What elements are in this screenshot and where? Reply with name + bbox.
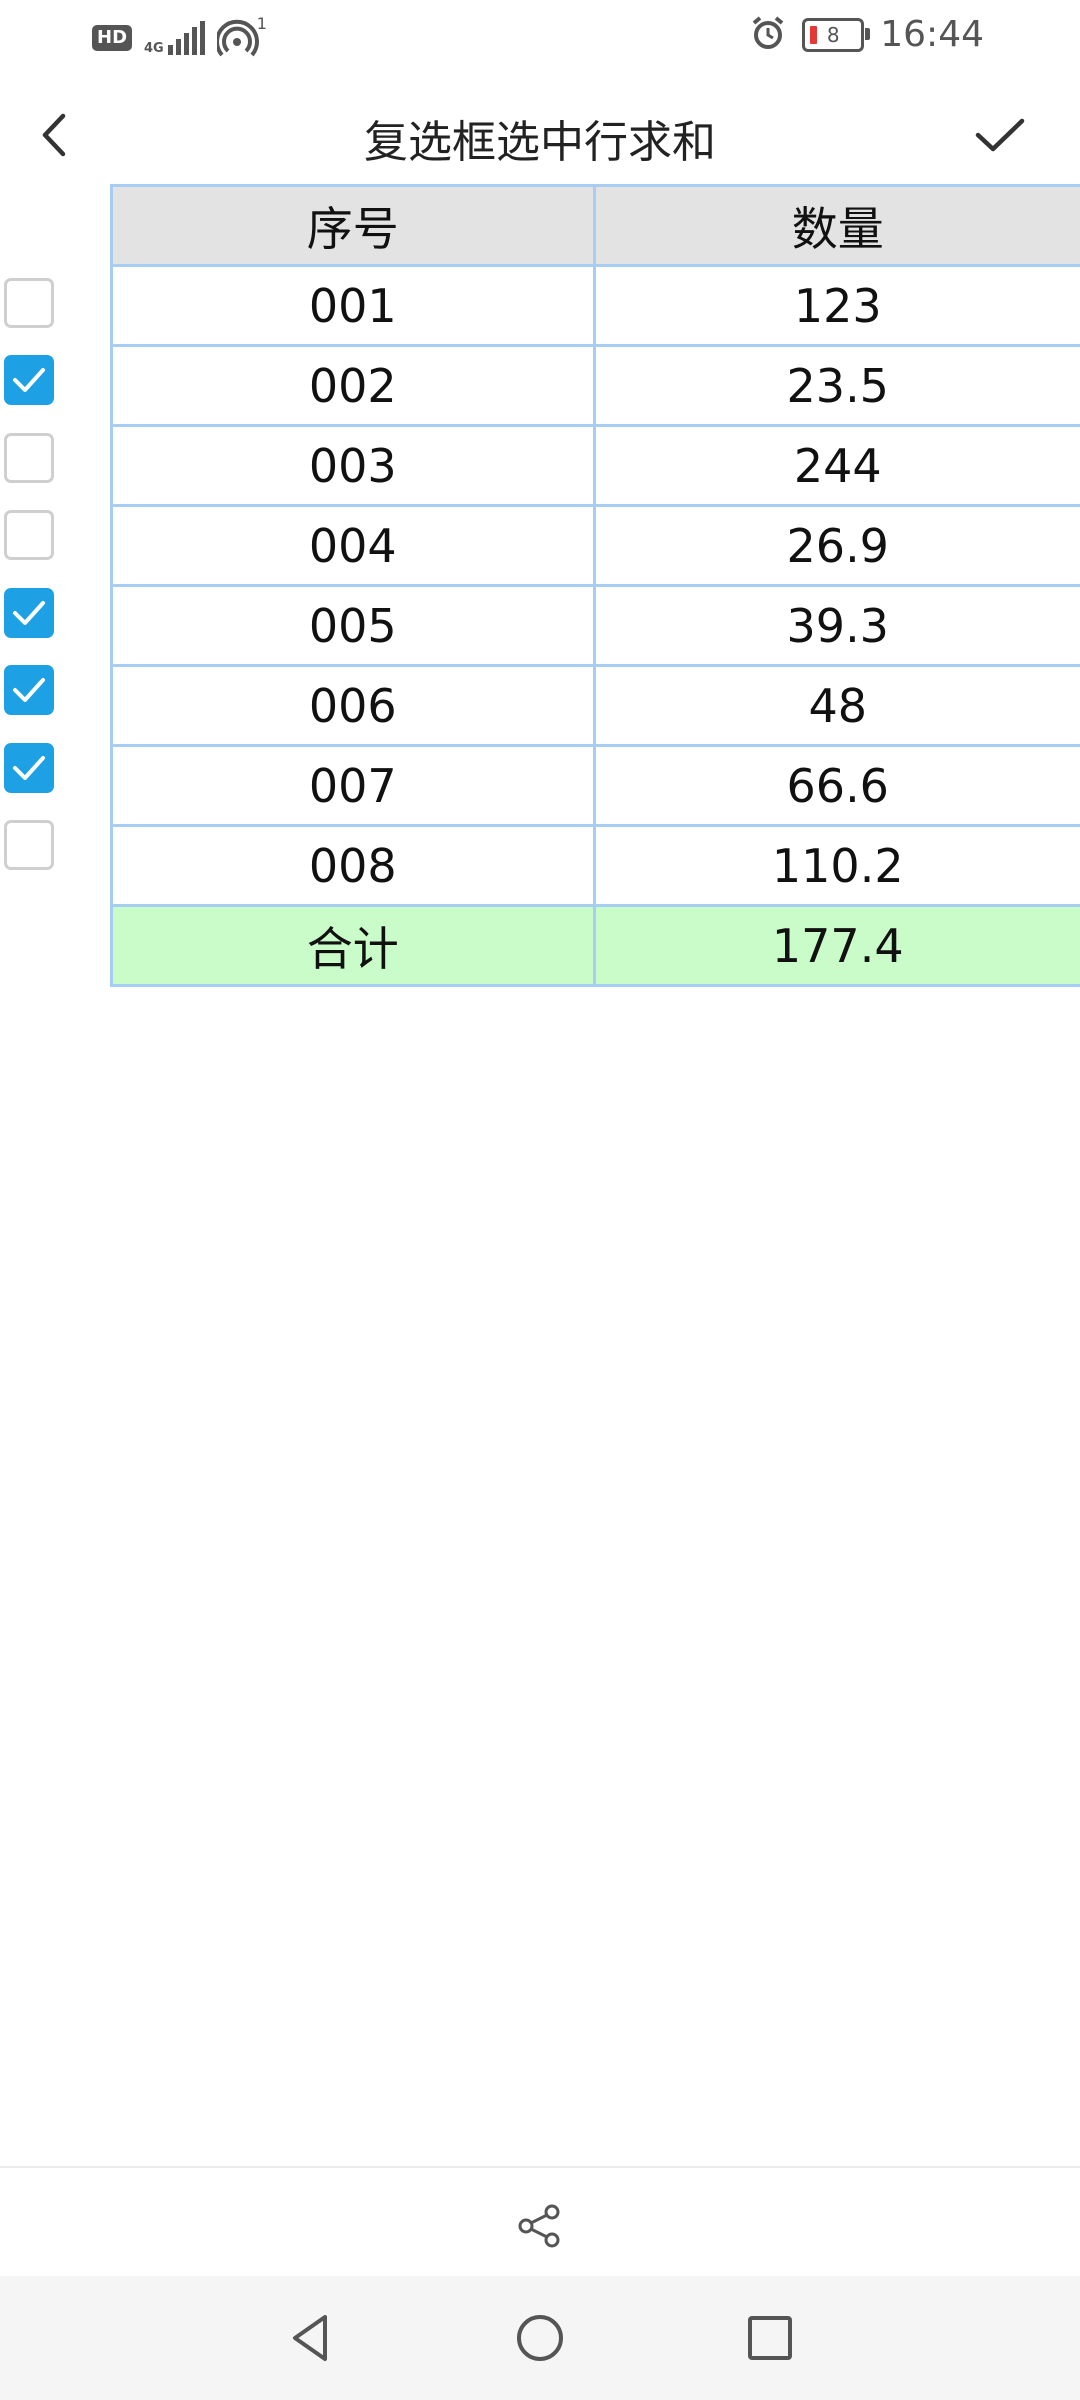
nav-back-button[interactable]	[270, 2298, 350, 2378]
total-row: 合计 177.4	[110, 907, 1080, 987]
row-checkbox[interactable]	[4, 432, 54, 483]
row-checkbox[interactable]	[4, 820, 54, 871]
clock: 16:44	[880, 14, 984, 55]
row-id-cell: 003	[110, 427, 593, 504]
hotspot-icon: 1	[214, 14, 267, 58]
row-qty-cell: 26.9	[592, 507, 1080, 584]
table-row: 005 39.3	[110, 587, 1080, 667]
column-header-qty: 数量	[592, 187, 1080, 264]
row-id-cell: 004	[110, 507, 593, 584]
title-bar: 复选框选中行求和	[0, 80, 1080, 190]
table-row: 007 66.6	[110, 747, 1080, 827]
home-circle-icon	[517, 2315, 563, 2361]
battery-level: 8	[826, 22, 840, 47]
row-checkbox[interactable]	[4, 355, 54, 406]
system-nav-bar	[0, 2276, 1080, 2400]
row-id-cell: 006	[110, 667, 593, 744]
checkmark-icon	[13, 755, 45, 780]
hotspot-count: 1	[256, 14, 267, 33]
alarm-icon	[750, 15, 786, 55]
signal-icon	[167, 21, 205, 55]
table-row: 006 48	[110, 667, 1080, 747]
table-row: 001 123	[110, 267, 1080, 347]
share-button[interactable]	[505, 2196, 575, 2256]
checkbox-row-7	[0, 729, 80, 807]
row-qty-cell: 123	[592, 267, 1080, 344]
data-table: 序号 数量 001 123 002 23.5 003 244 004 26.9 …	[110, 184, 1080, 987]
checkmark-icon	[13, 368, 45, 393]
row-checkbox[interactable]	[4, 587, 54, 638]
row-id-cell: 002	[110, 347, 593, 424]
row-qty-cell: 23.5	[592, 347, 1080, 424]
total-value: 177.4	[592, 907, 1080, 984]
hd-badge: HD	[92, 25, 133, 51]
signal-indicator: 4G	[144, 21, 205, 55]
status-right: 8 16:44	[750, 14, 984, 55]
row-checkbox-column	[0, 264, 80, 884]
row-id-cell: 008	[110, 827, 593, 904]
table-header-row: 序号 数量	[110, 184, 1080, 267]
table-row: 003 244	[110, 427, 1080, 507]
nav-recents-button[interactable]	[730, 2298, 810, 2378]
recents-square-icon	[748, 2316, 792, 2360]
row-id-cell: 005	[110, 587, 593, 664]
page-title: 复选框选中行求和	[364, 117, 716, 168]
table-row: 002 23.5	[110, 347, 1080, 427]
bottom-divider	[0, 2166, 1080, 2168]
nav-home-button[interactable]	[500, 2298, 580, 2378]
row-qty-cell: 66.6	[592, 747, 1080, 824]
row-qty-cell: 110.2	[592, 827, 1080, 904]
row-checkbox[interactable]	[4, 742, 54, 793]
status-bar: HD 4G 1 8 16:44	[0, 0, 1080, 80]
checkbox-row-1	[0, 264, 80, 342]
checkmark-icon	[13, 600, 45, 625]
confirm-button[interactable]	[960, 102, 1040, 168]
row-qty-cell: 244	[592, 427, 1080, 504]
checkbox-row-8	[0, 807, 80, 885]
network-type: 4G	[144, 41, 164, 56]
checkbox-row-4	[0, 497, 80, 575]
row-id-cell: 001	[110, 267, 593, 344]
checkbox-row-2	[0, 342, 80, 420]
battery-icon: 8	[802, 17, 871, 52]
back-triangle-icon	[293, 2315, 327, 2361]
row-qty-cell: 48	[592, 667, 1080, 744]
row-checkbox[interactable]	[4, 665, 54, 716]
column-header-id: 序号	[110, 187, 593, 264]
checkbox-row-5	[0, 574, 80, 652]
row-qty-cell: 39.3	[592, 587, 1080, 664]
table-row: 004 26.9	[110, 507, 1080, 587]
checkbox-row-3	[0, 419, 80, 497]
check-icon	[975, 118, 1025, 152]
table-row: 008 110.2	[110, 827, 1080, 907]
status-left: HD 4G 1	[92, 14, 267, 58]
row-id-cell: 007	[110, 747, 593, 824]
row-checkbox[interactable]	[4, 277, 54, 328]
share-icon	[518, 2204, 560, 2248]
checkmark-icon	[13, 678, 45, 703]
checkbox-row-6	[0, 652, 80, 730]
total-label: 合计	[110, 907, 593, 984]
row-checkbox[interactable]	[4, 510, 54, 561]
